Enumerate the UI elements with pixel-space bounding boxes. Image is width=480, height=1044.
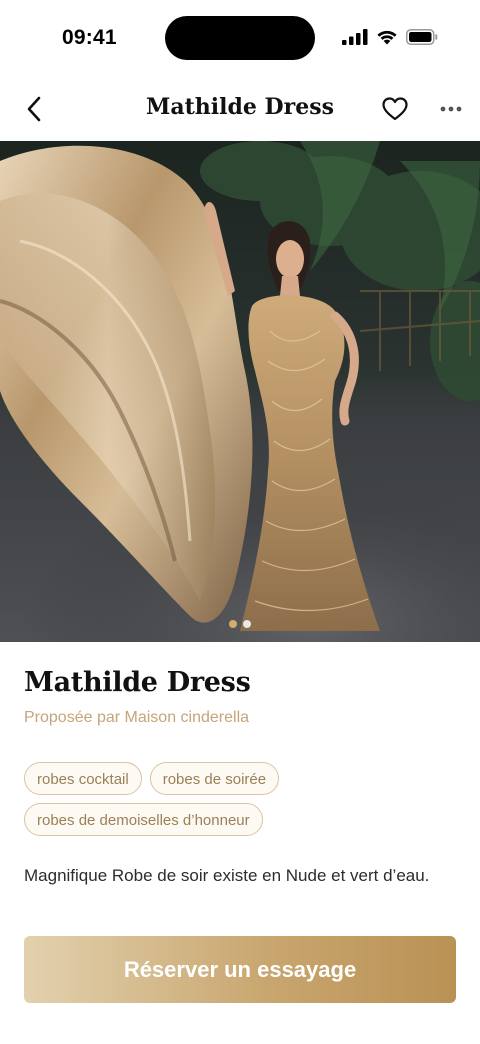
tag-chip[interactable]: robes de demoiselles d’honneur: [24, 803, 263, 836]
status-time: 09:41: [62, 26, 117, 49]
more-button[interactable]: [434, 92, 468, 126]
product-description: Magnifique Robe de soir existe en Nude e…: [24, 866, 430, 885]
gallery-dot[interactable]: [243, 620, 251, 628]
gallery-pagination: [0, 620, 480, 628]
favorite-button[interactable]: [378, 92, 412, 126]
more-horizontal-icon: [440, 106, 462, 112]
product-photo: [0, 141, 480, 642]
product-title: Mathilde Dress: [24, 667, 251, 698]
status-bar: 09:41: [0, 0, 480, 78]
status-icons: [342, 29, 438, 45]
tag-chip[interactable]: robes de soirée: [149, 762, 280, 795]
product-image-gallery[interactable]: [0, 141, 480, 642]
heart-icon: [382, 97, 408, 121]
tag-chip[interactable]: robes cocktail: [24, 762, 142, 795]
wifi-icon: [377, 30, 397, 45]
gallery-dot-active[interactable]: [229, 620, 237, 628]
battery-icon: [406, 29, 438, 45]
book-fitting-button[interactable]: Réserver un essayage: [24, 936, 456, 1003]
dynamic-island: [165, 16, 315, 60]
product-vendor: Proposée par Maison cinderella: [24, 709, 250, 726]
nav-bar: Mathilde Dress: [0, 78, 480, 140]
tag-list: robes cocktail robes de soirée robes de …: [24, 762, 324, 836]
cellular-signal-icon: [342, 29, 368, 45]
